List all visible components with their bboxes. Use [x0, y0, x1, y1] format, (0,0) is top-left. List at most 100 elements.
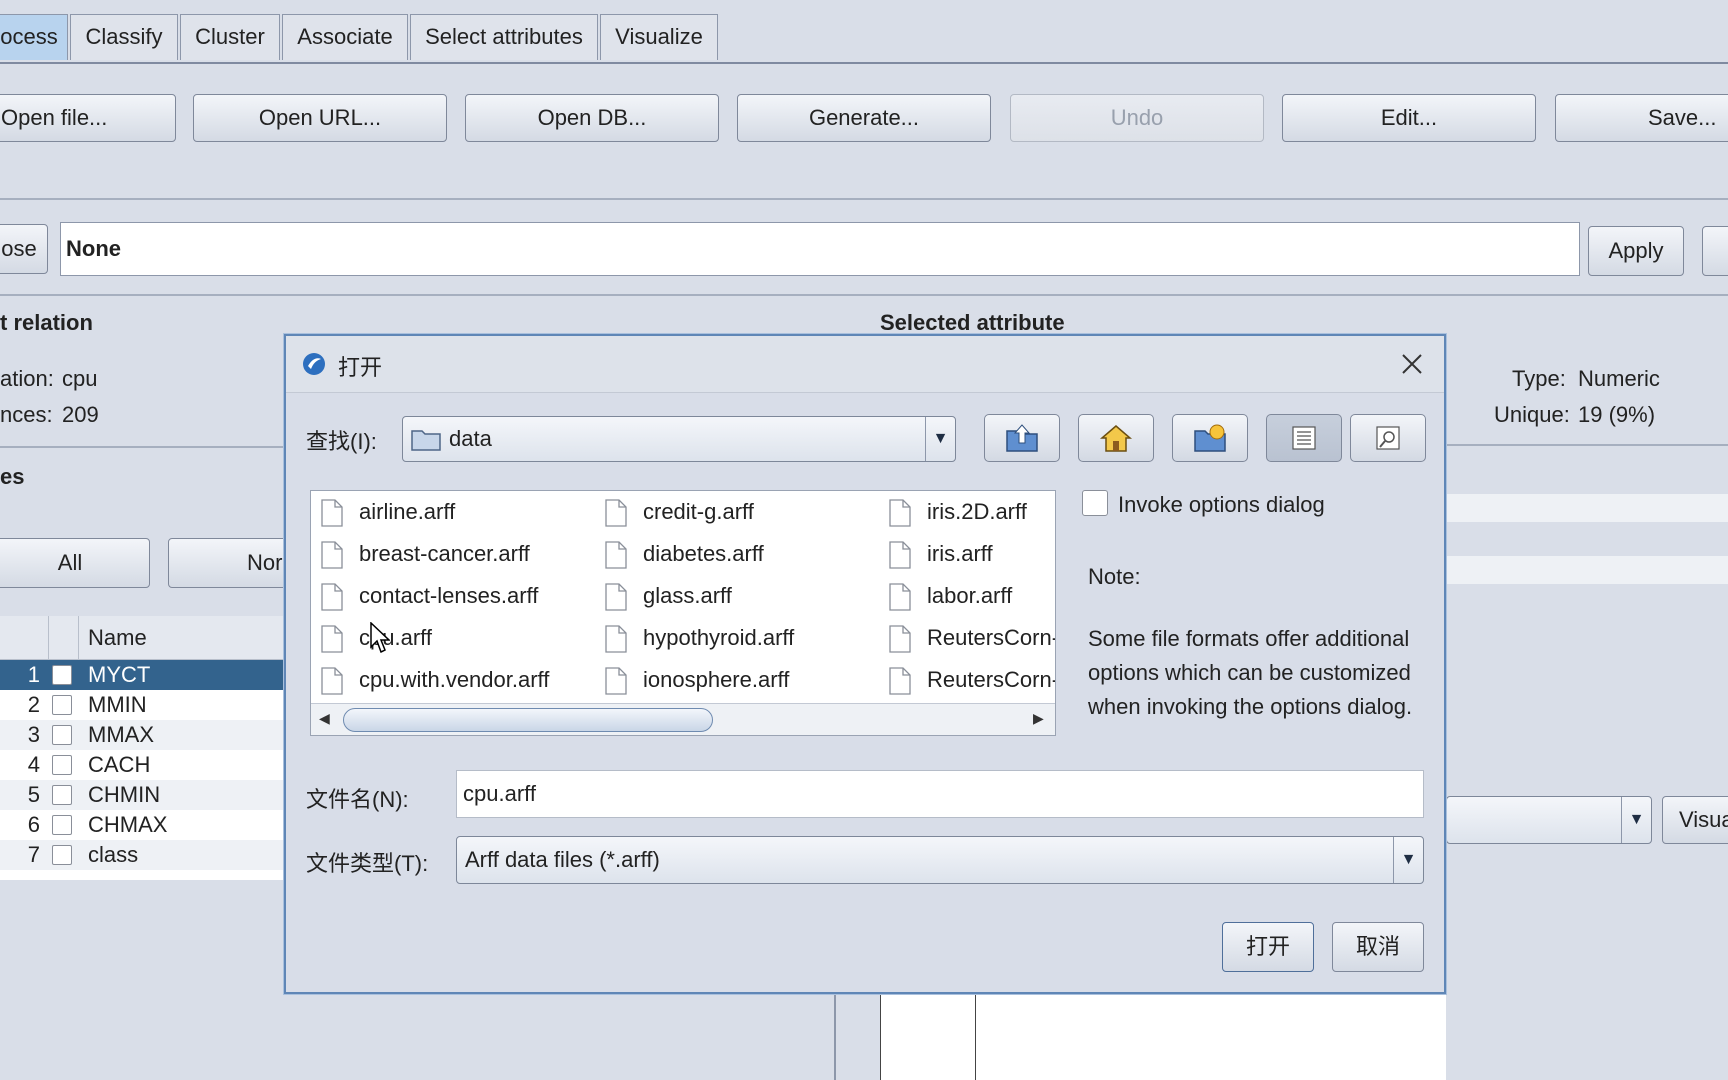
- table-row[interactable]: 3 MMAX: [0, 720, 290, 750]
- undo-button[interactable]: Undo: [1010, 94, 1264, 142]
- dialog-title-bar: 打开: [286, 336, 1444, 393]
- file-icon: [321, 667, 343, 695]
- edit-button[interactable]: Edit...: [1282, 94, 1536, 142]
- filter-separator: [0, 294, 1728, 296]
- generate-button[interactable]: Generate...: [737, 94, 991, 142]
- attribute-checkbox[interactable]: [52, 725, 72, 745]
- note-line-1: Some file formats offer additional: [1088, 626, 1410, 651]
- file-name: hypothyroid.arff: [643, 625, 795, 650]
- file-icon: [321, 583, 343, 611]
- chevron-down-icon: ▼: [1393, 837, 1423, 883]
- dialog-title: 打开: [338, 355, 383, 380]
- file-icon: [605, 499, 627, 527]
- home-button[interactable]: [1078, 414, 1154, 462]
- tab-select-attributes[interactable]: Select attributes: [410, 14, 598, 60]
- close-icon[interactable]: [1400, 352, 1424, 376]
- new-folder-button[interactable]: [1172, 414, 1248, 462]
- attribute-checkbox[interactable]: [52, 815, 72, 835]
- attributes-title: es: [0, 464, 25, 489]
- current-relation-title: t relation: [0, 310, 93, 335]
- file-name: contact-lenses.arff: [359, 583, 539, 608]
- relation-label: ation:: [0, 366, 54, 391]
- table-row[interactable]: 6 CHMAX: [0, 810, 290, 840]
- open-button[interactable]: 打开: [1222, 922, 1314, 972]
- tab-associate[interactable]: Associate: [282, 14, 408, 60]
- new-folder-icon: [1194, 424, 1226, 452]
- file-name: ReutersCorn-te: [927, 625, 1055, 650]
- scroll-right-icon[interactable]: ▶: [1033, 710, 1044, 727]
- file-name: glass.arff: [643, 583, 732, 608]
- right-separator: [1446, 444, 1728, 446]
- choose-filter-button[interactable]: ose: [0, 224, 48, 274]
- filetype-value: Arff data files (*.arff): [465, 847, 660, 872]
- instances-label: nces:: [0, 402, 53, 427]
- java-app-icon: [303, 353, 325, 375]
- unique-label: Unique:: [1494, 402, 1570, 427]
- tab-visualize[interactable]: Visualize: [600, 14, 718, 60]
- scrollbar-thumb[interactable]: [343, 708, 713, 732]
- open-file-button[interactable]: Open file...: [0, 94, 176, 142]
- histogram-area: [880, 994, 976, 1080]
- file-name: iris.2D.arff: [927, 499, 1027, 524]
- open-url-button[interactable]: Open URL...: [193, 94, 447, 142]
- file-name: diabetes.arff: [643, 541, 764, 566]
- table-row[interactable]: 2 MMIN: [0, 690, 290, 720]
- horizontal-scrollbar[interactable]: ◀ ▶: [311, 703, 1055, 735]
- open-db-button[interactable]: Open DB...: [465, 94, 719, 142]
- attribute-checkbox[interactable]: [52, 695, 72, 715]
- invoke-options-checkbox[interactable]: [1082, 490, 1108, 516]
- file-name: credit-g.arff: [643, 499, 754, 524]
- look-in-value: data: [449, 426, 492, 451]
- file-icon: [321, 625, 343, 653]
- filename-value: cpu.arff: [463, 781, 536, 806]
- up-one-level-button[interactable]: [984, 414, 1060, 462]
- plot-border: [834, 994, 836, 1080]
- table-row[interactable]: 7 class: [0, 840, 290, 870]
- instances-value: 209: [62, 402, 99, 427]
- invoke-options-label[interactable]: Invoke options dialog: [1118, 492, 1325, 518]
- save-button[interactable]: Save...: [1555, 94, 1728, 142]
- look-in-select[interactable]: data ▼: [402, 416, 956, 462]
- up-folder-icon: [1006, 424, 1038, 452]
- histogram-panel: [976, 994, 1446, 1080]
- class-select[interactable]: ▼: [1446, 796, 1652, 844]
- note-label: Note:: [1088, 564, 1141, 589]
- table-row[interactable]: 4 CACH: [0, 750, 290, 780]
- tab-preprocess[interactable]: ocess: [0, 14, 68, 60]
- table-row[interactable]: 1 MYCT: [0, 660, 290, 690]
- apply-button[interactable]: Apply: [1588, 226, 1684, 276]
- filetype-select[interactable]: Arff data files (*.arff) ▼: [456, 836, 1424, 884]
- tab-cluster[interactable]: Cluster: [180, 14, 280, 60]
- filter-field[interactable]: None: [60, 222, 1580, 276]
- list-view-icon: [1292, 426, 1316, 450]
- stats-row: [1446, 556, 1728, 584]
- select-all-button[interactable]: All: [0, 538, 150, 588]
- file-icon: [889, 667, 911, 695]
- visualize-all-button[interactable]: Visua: [1662, 796, 1728, 844]
- file-icon: [321, 541, 343, 569]
- header-divider: [48, 616, 49, 660]
- attributes-separator: [0, 446, 284, 448]
- details-view-button[interactable]: [1350, 414, 1426, 462]
- filename-input[interactable]: cpu.arff: [456, 770, 1424, 818]
- note-line-3: when invoking the options dialog.: [1088, 694, 1413, 719]
- attribute-checkbox[interactable]: [52, 845, 72, 865]
- home-icon: [1099, 425, 1133, 452]
- stop-button[interactable]: [1702, 226, 1728, 276]
- name-column-header[interactable]: Name: [88, 625, 147, 651]
- tab-classify[interactable]: Classify: [70, 14, 178, 60]
- table-row[interactable]: 5 CHMIN: [0, 780, 290, 810]
- file-icon: [321, 499, 343, 527]
- filename-label: 文件名(N):: [306, 787, 409, 812]
- selected-attribute-title: Selected attribute: [880, 310, 1065, 335]
- attribute-checkbox[interactable]: [52, 665, 72, 685]
- scroll-left-icon[interactable]: ◀: [319, 710, 330, 727]
- cancel-button[interactable]: 取消: [1332, 922, 1424, 972]
- file-name: ionosphere.arff: [643, 667, 790, 692]
- list-view-button[interactable]: [1266, 414, 1342, 462]
- file-icon: [889, 583, 911, 611]
- file-list[interactable]: airline.arff breast-cancer.arff contact-le…: [310, 490, 1056, 736]
- attribute-checkbox[interactable]: [52, 755, 72, 775]
- attribute-checkbox[interactable]: [52, 785, 72, 805]
- file-icon: [605, 583, 627, 611]
